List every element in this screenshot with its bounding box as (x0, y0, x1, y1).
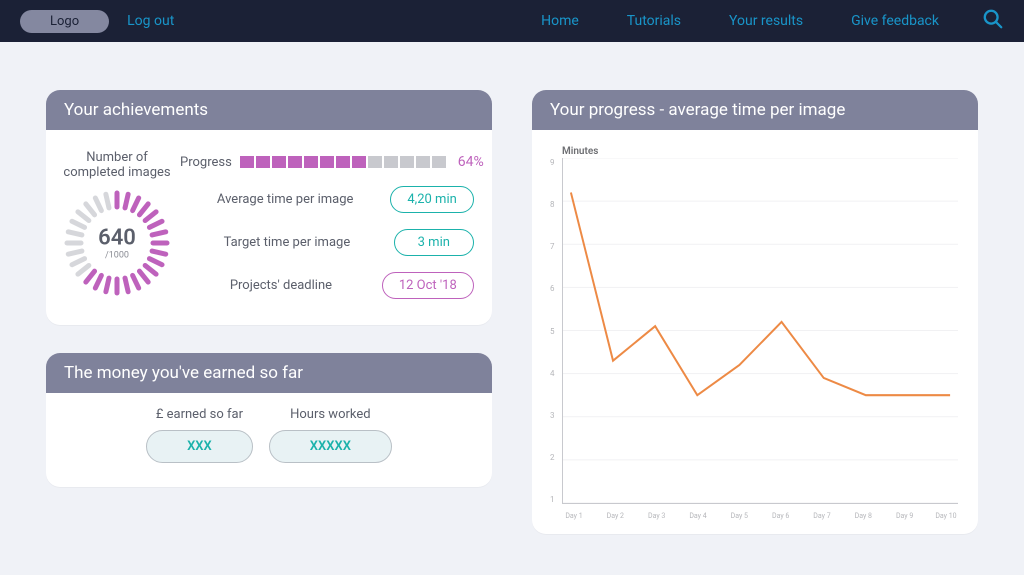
progress-segment (240, 156, 254, 168)
completed-total: /1000 (98, 251, 136, 261)
nav-results[interactable]: Your results (729, 13, 803, 29)
earned-label: £ earned so far (146, 407, 253, 422)
nav-tutorials[interactable]: Tutorials (627, 13, 681, 29)
progress-segment (320, 156, 334, 168)
progress-segment (288, 156, 302, 168)
progress-segment (336, 156, 350, 168)
chart-ytick: 3 (550, 411, 555, 420)
nav-feedback[interactable]: Give feedback (851, 13, 939, 29)
chart-ytick: 4 (550, 369, 555, 378)
chart-xlabel: Day 10 (934, 512, 958, 520)
nav-home[interactable]: Home (541, 13, 579, 29)
hours-label: Hours worked (269, 407, 392, 422)
progress-chart-card: Your progress - average time per image M… (532, 90, 978, 534)
progress-bar (240, 156, 446, 168)
chart-xlabel: Day 8 (851, 512, 875, 520)
completed-donut: 640 /1000 (62, 188, 172, 298)
search-icon[interactable] (982, 8, 1004, 34)
chart-ytick: 1 (550, 495, 555, 504)
progress-segment (352, 156, 366, 168)
progress-percent: 64% (458, 154, 484, 170)
avg-time-value: 4,20 min (390, 186, 473, 213)
chart-ytick: 6 (550, 284, 555, 293)
chart-xlabel: Day 6 (769, 512, 793, 520)
chart-xlabel: Day 1 (562, 512, 586, 520)
chart-plot (562, 158, 958, 504)
chart-ylabel: Minutes (562, 146, 598, 157)
chart-xlabel: Day 2 (603, 512, 627, 520)
progress-segment (384, 156, 398, 168)
chart-ytick: 5 (550, 327, 555, 336)
achievements-card: Your achievements Number of completed im… (46, 90, 492, 325)
chart-xlabel: Day 5 (727, 512, 751, 520)
completed-value: 640 (98, 226, 136, 251)
card-title: Your progress - average time per image (532, 90, 978, 130)
earnings-card: The money you've earned so far £ earned … (46, 353, 492, 487)
target-time-value: 3 min (394, 229, 474, 256)
logout-link[interactable]: Log out (127, 13, 174, 29)
chart-xlabel: Day 3 (645, 512, 669, 520)
progress-segment (368, 156, 382, 168)
chart-xlabel: Day 7 (810, 512, 834, 520)
deadline-value: 12 Oct '18 (382, 272, 474, 299)
logo[interactable]: Logo (20, 10, 109, 33)
chart-ytick: 7 (550, 242, 555, 251)
top-nav: Logo Log out Home Tutorials Your results… (0, 0, 1024, 42)
chart-ytick: 8 (550, 200, 555, 209)
progress-segment (304, 156, 318, 168)
progress-segment (416, 156, 430, 168)
progress-label: Progress (180, 155, 232, 170)
progress-segment (272, 156, 286, 168)
chart-xlabel: Day 9 (893, 512, 917, 520)
avg-time-label: Average time per image (180, 192, 390, 207)
card-title: Your achievements (46, 90, 492, 130)
deadline-label: Projects' deadline (180, 278, 382, 293)
progress-segment (400, 156, 414, 168)
earned-value: XXX (146, 430, 253, 463)
completed-label: Number of completed images (62, 150, 172, 180)
chart-xlabel: Day 4 (686, 512, 710, 520)
chart-ytick: 2 (550, 453, 555, 462)
chart-ytick: 9 (550, 158, 555, 167)
target-time-label: Target time per image (180, 235, 394, 250)
progress-segment (432, 156, 446, 168)
progress-segment (256, 156, 270, 168)
card-title: The money you've earned so far (46, 353, 492, 393)
hours-value: XXXXX (269, 430, 392, 463)
